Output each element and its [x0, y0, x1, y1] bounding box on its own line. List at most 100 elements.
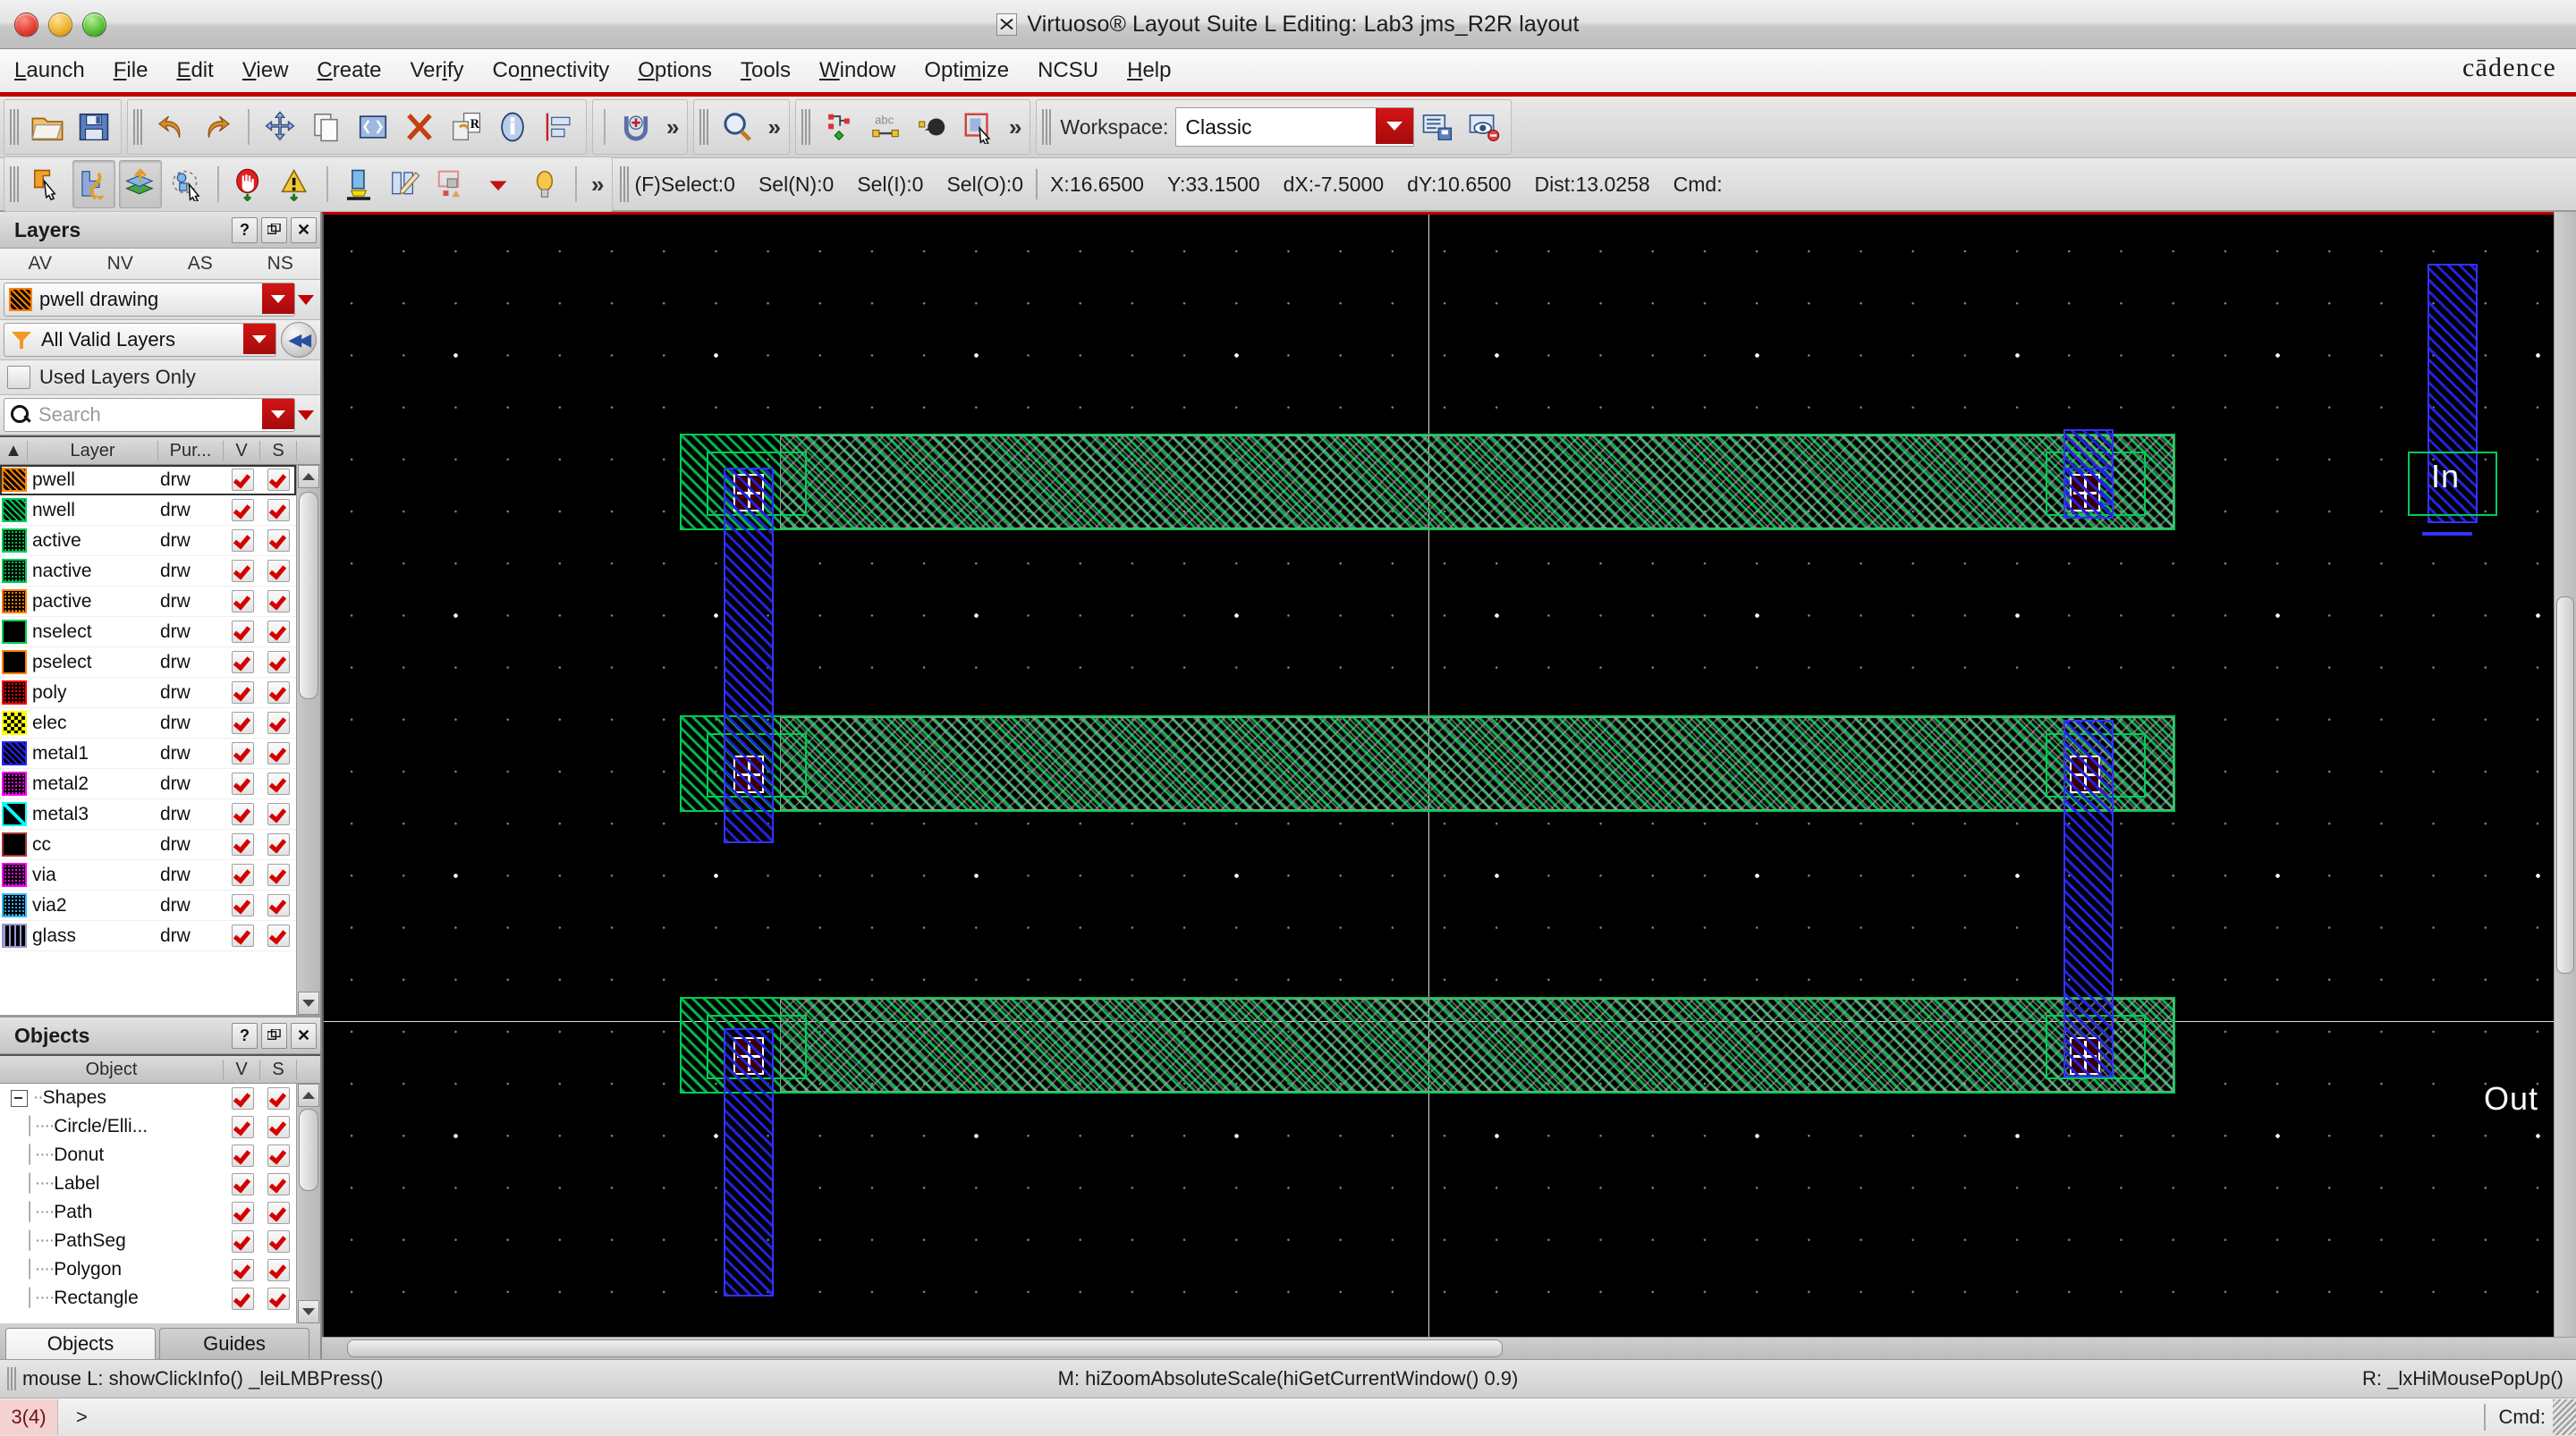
dropdown-icon[interactable] [477, 160, 520, 208]
layer-selectable-checkbox[interactable] [260, 773, 296, 795]
layers-scroll-down-button[interactable] [298, 992, 319, 1015]
menu-verify[interactable]: Verify [395, 52, 478, 89]
layer-selectable-checkbox[interactable] [260, 681, 296, 704]
layers-col-s[interactable]: S [260, 440, 297, 461]
object-selectable-checkbox[interactable] [260, 1201, 296, 1224]
layer-swatch-icon[interactable] [2, 802, 27, 826]
used-layers-only-row[interactable]: Used Layers Only [0, 360, 320, 395]
layer-visible-checkbox[interactable] [225, 621, 260, 643]
layer-row-poly[interactable]: poly drw [0, 678, 296, 708]
toolbar-overflow-create[interactable]: » [1002, 114, 1026, 141]
object-row[interactable]: │···· Rectangle [0, 1284, 296, 1313]
layers-sort-button[interactable]: ▲ [0, 440, 28, 461]
warning-icon[interactable] [275, 160, 318, 208]
menu-tools[interactable]: Tools [726, 52, 805, 89]
layer-swatch-icon[interactable] [2, 528, 27, 553]
layer-row-pwell[interactable]: pwell drw [0, 465, 296, 495]
layers-scroll-thumb[interactable] [299, 492, 318, 699]
object-selectable-checkbox[interactable] [260, 1172, 296, 1195]
object-visible-checkbox[interactable] [225, 1172, 260, 1195]
object-row[interactable]: │···· Circle/Elli... [0, 1112, 296, 1141]
save-workspace-icon[interactable] [1416, 103, 1459, 151]
copy-icon[interactable] [305, 103, 348, 151]
tab-guides[interactable]: Guides [159, 1328, 309, 1359]
properties-icon[interactable] [491, 103, 534, 151]
layer-row-metal3[interactable]: metal3 drw [0, 799, 296, 830]
menu-optimize[interactable]: Optimize [910, 52, 1023, 89]
layer-selectable-checkbox[interactable] [260, 712, 296, 734]
layer-visible-checkbox[interactable] [225, 742, 260, 764]
layer-selectable-checkbox[interactable] [260, 590, 296, 612]
layer-row-elec[interactable]: elec drw [0, 708, 296, 739]
layer-visible-checkbox[interactable] [225, 651, 260, 673]
layer-swatch-icon[interactable] [2, 680, 27, 705]
objects-help-button[interactable]: ? [232, 1022, 258, 1049]
layer-row-nselect[interactable]: nselect drw [0, 617, 296, 647]
layer-swatch-icon[interactable] [2, 498, 27, 522]
layer-swatch-icon[interactable] [2, 468, 27, 492]
object-selectable-checkbox[interactable] [260, 1086, 296, 1110]
menu-help[interactable]: Help [1113, 52, 1185, 89]
menu-window[interactable]: Window [805, 52, 910, 89]
canvas-vscroll-thumb[interactable] [2556, 596, 2574, 974]
layer-visible-checkbox[interactable] [225, 560, 260, 582]
objects-close-button[interactable]: ✕ [291, 1022, 317, 1049]
object-row[interactable]: │···· Path [0, 1198, 296, 1227]
menu-file[interactable]: File [99, 52, 163, 89]
metal1-route-left-bottom[interactable] [724, 1028, 774, 1297]
metal1-route-right-mid[interactable] [2063, 720, 2114, 1077]
layer-visible-checkbox[interactable] [225, 803, 260, 825]
object-row[interactable]: │···· Donut [0, 1141, 296, 1170]
object-visible-checkbox[interactable] [225, 1115, 260, 1138]
layer-swatch-icon[interactable] [2, 863, 27, 887]
layer-swatch-icon[interactable] [2, 589, 27, 613]
canvas-horizontal-scrollbar[interactable] [322, 1337, 2576, 1359]
layer-row-via[interactable]: via drw [0, 860, 296, 891]
objects-col-v[interactable]: V [224, 1059, 260, 1080]
partial-select-icon[interactable] [72, 160, 115, 208]
zoom-icon[interactable] [716, 103, 758, 151]
toggle-ns[interactable]: NS [241, 253, 321, 275]
layers-col-layer[interactable]: Layer [28, 440, 158, 461]
objects-col-s[interactable]: S [260, 1059, 297, 1080]
layer-filter-select[interactable]: All Valid Layers [4, 323, 276, 357]
objects-scroll-thumb[interactable] [299, 1109, 318, 1191]
layer-swatch-icon[interactable] [2, 650, 27, 674]
stop-icon[interactable] [228, 160, 271, 208]
layer-swatch-icon[interactable] [2, 832, 27, 857]
layer-search-input[interactable]: Search [4, 398, 295, 432]
menu-connectivity[interactable]: Connectivity [479, 52, 624, 89]
layer-selectable-checkbox[interactable] [260, 621, 296, 643]
layer-row-nactive[interactable]: nactive drw [0, 556, 296, 587]
undo-icon[interactable] [149, 103, 192, 151]
window-resize-grip[interactable] [2553, 1399, 2576, 1435]
layer-swatch-icon[interactable] [2, 924, 27, 948]
canvas-vertical-scrollbar[interactable] [2554, 212, 2576, 1337]
command-prompt[interactable]: > [58, 1406, 88, 1429]
layer-row-active[interactable]: active drw [0, 526, 296, 556]
layer-visible-checkbox[interactable] [225, 773, 260, 795]
align-icon[interactable] [538, 103, 580, 151]
menu-edit[interactable]: Edit [162, 52, 227, 89]
menu-ncsu[interactable]: NCSU [1023, 52, 1113, 89]
layers-scrollbar[interactable] [296, 465, 320, 1015]
highlight-icon[interactable] [337, 160, 380, 208]
layers-float-button[interactable] [261, 216, 287, 243]
layer-swatch-icon[interactable] [2, 893, 27, 917]
create-label-icon[interactable]: abc [864, 103, 907, 151]
rotate-copy-icon[interactable]: R [445, 103, 487, 151]
toolbar-grip[interactable] [10, 109, 20, 145]
toolbar-overflow-select[interactable]: » [584, 171, 608, 199]
move-icon[interactable] [258, 103, 301, 151]
object-selectable-checkbox[interactable] [260, 1115, 296, 1138]
toggle-nv[interactable]: NV [80, 253, 161, 275]
tab-objects[interactable]: Objects [5, 1328, 156, 1359]
layer-visible-checkbox[interactable] [225, 925, 260, 947]
chevron-down-icon[interactable] [262, 283, 294, 314]
measure-icon[interactable] [384, 160, 427, 208]
workspace-select[interactable]: Classic [1175, 107, 1415, 147]
chevron-down-icon[interactable] [262, 399, 294, 429]
toolbar-overflow-zoom[interactable]: » [760, 114, 784, 141]
layer-visible-checkbox[interactable] [225, 681, 260, 704]
layers-col-v[interactable]: V [224, 440, 260, 461]
